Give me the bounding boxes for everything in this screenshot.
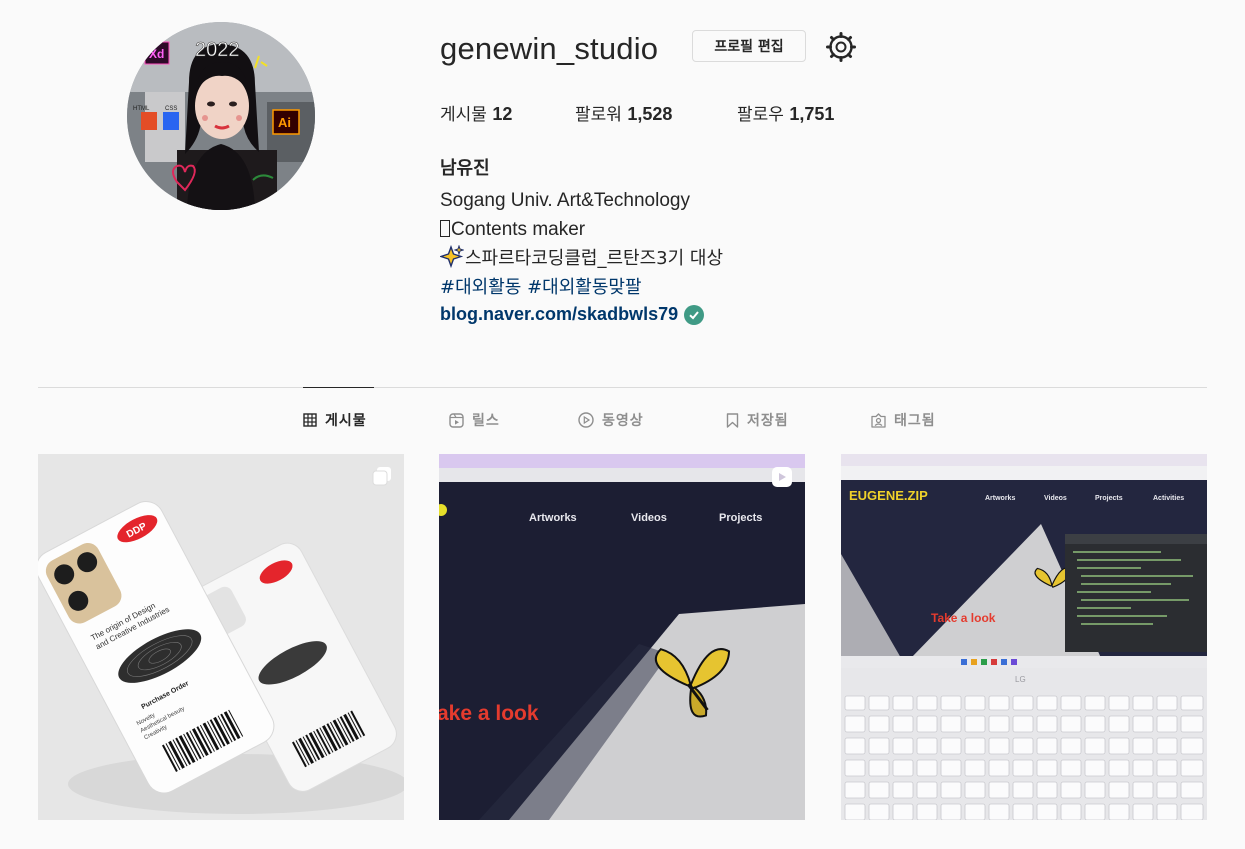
html-label: HTML: [133, 106, 150, 112]
post-tile[interactable]: Artworks Videos Projects ake a look: [439, 454, 805, 820]
post2-nav-projects: Projects: [719, 512, 762, 524]
sparkle-icon: [438, 244, 465, 269]
post3-nav-activities: Activities: [1153, 495, 1184, 502]
ai-logo: Ai: [278, 115, 291, 130]
bookmark-icon: [726, 412, 739, 428]
stat-following[interactable]: 팔로우 1,751: [737, 100, 834, 125]
stat-followers-count: 1,528: [627, 104, 673, 124]
bio-line-school: Sogang Univ. Art&Technology: [440, 190, 690, 211]
bio-award-text: 스파르타코딩클럽_르탄즈3기 대상: [465, 248, 724, 269]
tab-posts-label: 게시물: [325, 413, 367, 429]
reel-icon: [771, 466, 793, 488]
avatar-photo: Xd 2022 HTML CSS Ai: [127, 22, 315, 210]
hashtag-link[interactable]: #대외활동: [440, 277, 521, 298]
bio-hashtags: #대외활동 #대외활동맞팔: [440, 273, 1040, 302]
tab-videos-label: 동영상: [602, 413, 644, 429]
post3-headline: Take a look: [931, 611, 996, 625]
stat-followers-label: 팔로워: [575, 105, 622, 125]
section-divider: [38, 387, 1207, 388]
stat-followers[interactable]: 팔로워 1,528: [575, 100, 672, 125]
profile-bio: 남유진 Sogang Univ. Art&Technology Contents…: [438, 156, 1040, 325]
post2-headline: ake a look: [439, 702, 539, 725]
post3-nav-projects: Projects: [1095, 495, 1123, 502]
profile-tabs: 게시물 릴스 동영상 저장됨 태그됨: [0, 400, 1245, 440]
stat-posts: 게시물 12: [440, 100, 512, 125]
tab-posts[interactable]: 게시물: [303, 410, 367, 430]
display-name: 남유진: [440, 158, 490, 179]
stat-following-count: 1,751: [789, 104, 835, 124]
profile-info: genewin_studio 프로필 편집 게시물 12 팔로워 1,528 팔…: [438, 28, 1200, 325]
avatar-year-text: 2022: [195, 39, 240, 61]
bio-role-text: Contents maker: [451, 219, 586, 240]
check-circle-icon: [684, 304, 705, 325]
post-image-phone-cases: DDP The origin of Design and Creative In…: [38, 454, 404, 820]
post-tile[interactable]: DDP The origin of Design and Creative In…: [38, 454, 404, 820]
post2-nav-artworks: Artworks: [529, 512, 577, 524]
bio-line-award: 스파르타코딩클럽_르탄즈3기 대상: [438, 244, 1040, 273]
post2-nav-videos: Videos: [631, 512, 667, 524]
post3-laptop-logo: LG: [1015, 675, 1026, 684]
post3-nav-videos: Videos: [1044, 495, 1067, 502]
missing-glyph-icon: [440, 220, 450, 237]
tagged-icon: [871, 412, 886, 428]
profile-avatar[interactable]: Xd 2022 HTML CSS Ai: [127, 22, 315, 210]
tab-saved-label: 저장됨: [747, 413, 789, 429]
bio-website-link[interactable]: blog.naver.com/skadbwls79: [440, 304, 705, 325]
tab-saved[interactable]: 저장됨: [726, 410, 789, 430]
grid-icon: [303, 413, 317, 427]
stat-posts-label: 게시물: [440, 105, 487, 125]
tab-tagged-label: 태그됨: [894, 413, 936, 429]
stat-posts-count: 12: [492, 104, 513, 124]
post3-brand-text: EUGENE.ZIP: [849, 488, 928, 503]
tab-reels-label: 릴스: [472, 413, 500, 429]
stat-following-label: 팔로우: [737, 105, 784, 125]
reels-icon: [449, 412, 464, 428]
tab-reels[interactable]: 릴스: [449, 410, 500, 430]
website-link-text[interactable]: blog.naver.com/skadbwls79: [440, 304, 678, 325]
post-image-website-reel: Artworks Videos Projects ake a look: [439, 454, 805, 820]
active-tab-indicator: [303, 387, 374, 388]
settings-icon[interactable]: [826, 32, 856, 62]
post-image-laptop-website: EUGENE.ZIP Artworks Videos Projects Acti…: [841, 454, 1207, 820]
posts-grid: DDP The origin of Design and Creative In…: [38, 454, 1207, 820]
edit-profile-button[interactable]: 프로필 편집: [692, 30, 806, 62]
hashtag-link[interactable]: #대외활동맞팔: [527, 277, 641, 298]
tab-videos[interactable]: 동영상: [578, 410, 644, 430]
username: genewin_studio: [440, 31, 659, 66]
post-tile[interactable]: EUGENE.ZIP Artworks Videos Projects Acti…: [841, 454, 1207, 820]
css-label: CSS: [165, 106, 177, 112]
post3-nav-artworks: Artworks: [985, 495, 1015, 502]
tab-tagged[interactable]: 태그됨: [871, 410, 936, 430]
video-icon: [578, 412, 594, 428]
bio-line-role: Contents maker: [440, 215, 1040, 244]
carousel-icon: [372, 466, 392, 486]
xd-logo: Xd: [149, 47, 164, 61]
profile-header: Xd 2022 HTML CSS Ai genewin_studio 프로필 편…: [0, 0, 1245, 388]
